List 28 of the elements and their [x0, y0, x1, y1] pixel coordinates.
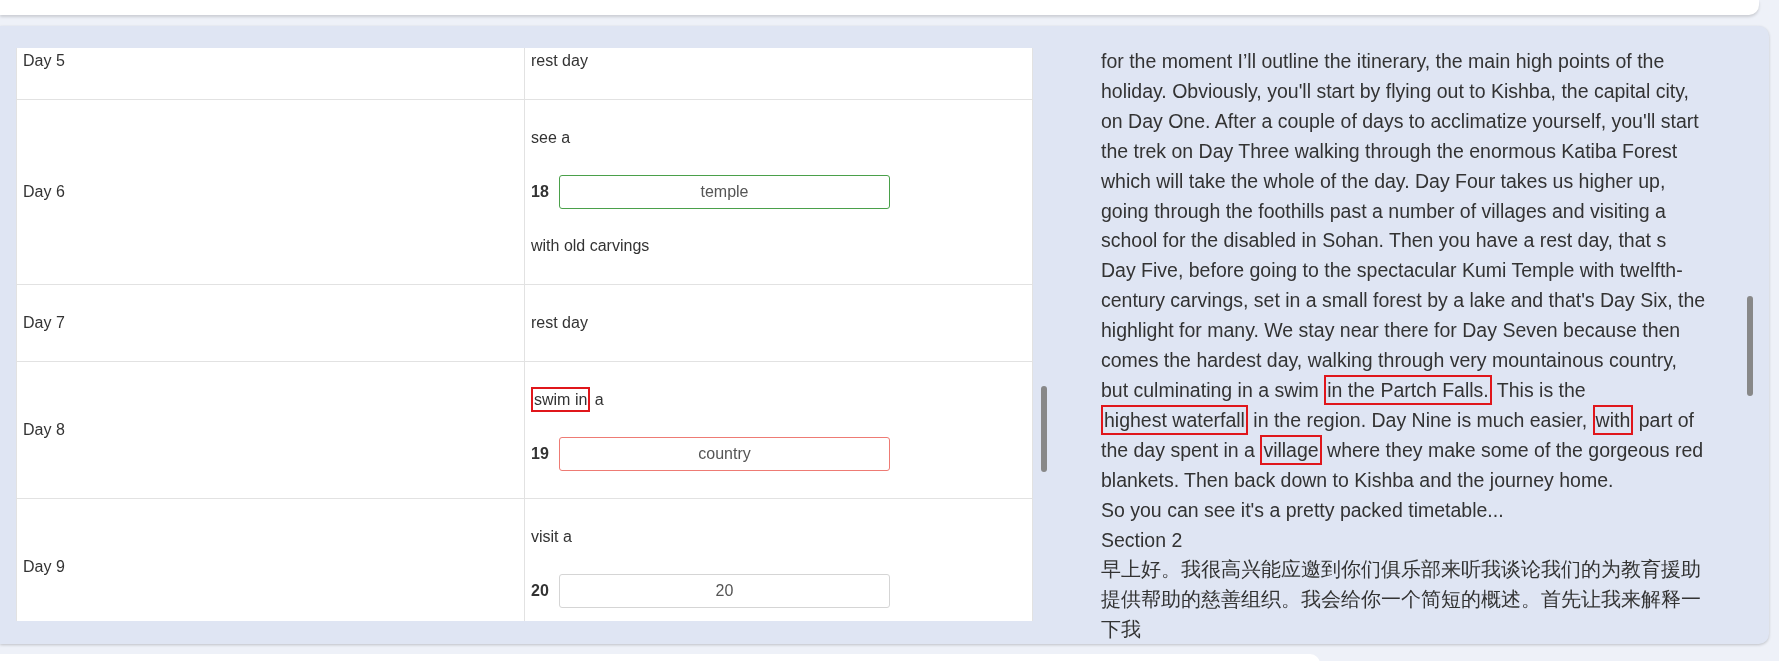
scrollbar-thumb[interactable] [1041, 386, 1047, 472]
answer-field[interactable]: temple [559, 175, 890, 209]
activity-text: with old carvings [531, 236, 651, 256]
highlighted-text: swim in [531, 387, 591, 412]
transcript-paragraph: Section 2 [1101, 527, 1184, 553]
highlighted-text: highest waterfall [1101, 404, 1248, 435]
day-cell: Day 5 [16, 48, 525, 100]
transcript-paragraph: for the moment I’ll outline the itinerary, the main high points of the holiday. Obviously, you'll start by flying out to Kishba, the capital city, on Day One. After a couple of days to acclimatize yourself, you'll start the trek on Day Three walking through the enormous Katiba Forest which will take the whole of the day. Day Four takes us higher up, going through the foothills past a number of villages and visiting a school for the disabled in Sohan. Then you have a rest day, that s Day Five, before going to the spectacular Kumi Temple with twelfth-century carvings, set in a small forest by a lake and that's Day Six, the highlight for many. We stay near there for Day Seven because then comes the hardest day, walking through very mountainous country, but culminating in a swim in the Partch Falls. This is the highest waterfall in the region. Day Nine is much easier, with part of the day spent in a village where they make some of the gorgeous red blankets. Then back down to Kishba and the journey home. [1101, 49, 1706, 493]
activity-text: rest day [531, 313, 589, 333]
answer-field[interactable]: 20 [559, 574, 890, 608]
day-cell: Day 6 [16, 99, 525, 285]
activity-text: rest day [531, 51, 589, 71]
day-cell: Day 8 [16, 361, 525, 499]
activity-text: swim in a [531, 376, 1026, 424]
day-cell: Day 7 [16, 284, 525, 362]
highlighted-text: in the Partch Falls. [1324, 374, 1492, 405]
question-number: 20 [531, 582, 547, 600]
activity-text: visit a [531, 527, 573, 547]
transcript-paragraph: 早上好。我很高兴能应邀到你们俱乐部来听我谈论我们的为教育援助提供帮助的慈善组织。我会给你一个简短的概述。首先让我来解释一下我 [1101, 557, 1702, 643]
day-cell: Day 9 [16, 498, 525, 621]
highlighted-text: with [1592, 404, 1634, 435]
question-number: 19 [531, 445, 547, 463]
answer-field[interactable]: country [559, 437, 890, 471]
scrollbar-thumb[interactable] [1747, 296, 1753, 396]
question-number: 18 [531, 183, 547, 201]
highlighted-text: village [1260, 434, 1322, 465]
transcript-paragraph: So you can see it's a pretty packed timetable... [1101, 497, 1505, 523]
activity-text: see a [531, 128, 572, 148]
